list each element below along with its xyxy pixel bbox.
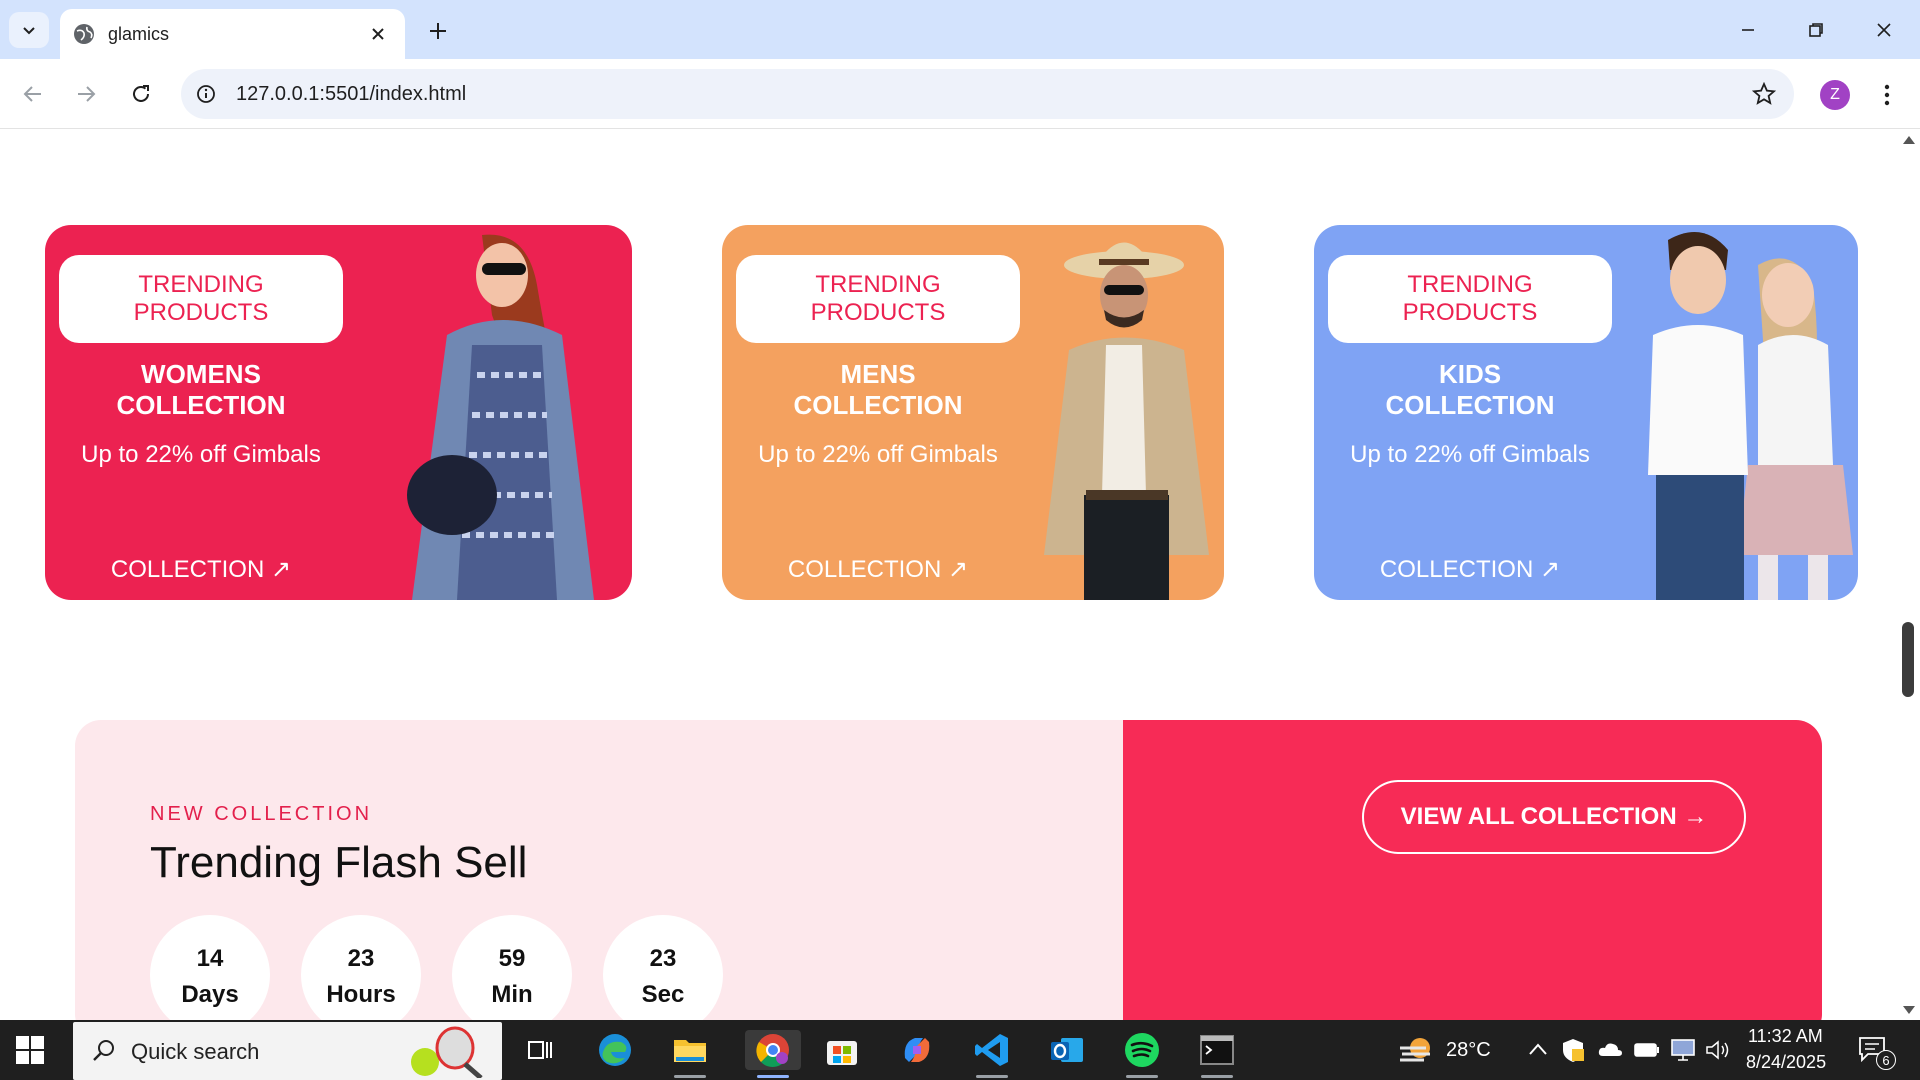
outlook-icon[interactable] xyxy=(1047,1030,1087,1070)
back-button[interactable] xyxy=(14,75,52,113)
address-bar[interactable]: 127.0.0.1:5501/index.html xyxy=(181,69,1794,119)
tennis-racket-icon xyxy=(411,1026,483,1078)
flash-sale-banner: NEW COLLECTION Trending Flash Sell 14 Da… xyxy=(75,720,1822,1020)
tab-title: glamics xyxy=(108,24,170,44)
kids-collection-card[interactable]: TRENDING PRODUCTS KIDS COLLECTION Up to … xyxy=(1314,225,1858,600)
mens-collection-card[interactable]: TRENDING PRODUCTS MENS COLLECTION Up to … xyxy=(722,225,1224,600)
man-model-image xyxy=(1044,242,1209,600)
notification-count-badge: 6 xyxy=(1876,1050,1896,1070)
onedrive-cloud-icon[interactable] xyxy=(1597,1040,1623,1058)
site-info-button[interactable] xyxy=(193,81,219,107)
section-eyebrow: NEW COLLECTION xyxy=(150,803,373,825)
security-shield-icon[interactable] xyxy=(1561,1037,1585,1063)
trending-badge: TRENDING PRODUCTS xyxy=(59,255,343,343)
globe-icon xyxy=(74,24,94,44)
section-title: Trending Flash Sell xyxy=(150,838,528,887)
browser-tab[interactable]: glamics xyxy=(60,9,405,59)
arrow-left-icon xyxy=(23,86,41,102)
countdown-hours: 23 Hours xyxy=(301,915,421,1020)
info-icon xyxy=(197,85,215,103)
more-vertical-icon xyxy=(1884,84,1890,106)
minimize-icon xyxy=(1742,29,1754,31)
kids-model-image xyxy=(1648,232,1853,600)
forward-button[interactable] xyxy=(67,75,105,113)
weather-temperature[interactable]: 28°C xyxy=(1446,1039,1491,1062)
browser-tab-bar: glamics xyxy=(0,0,1920,59)
active-indicator xyxy=(976,1075,1008,1078)
active-indicator xyxy=(674,1075,706,1078)
clock-time[interactable]: 11:32 AM xyxy=(1748,1026,1823,1047)
taskbar-search[interactable]: Quick search xyxy=(73,1022,502,1080)
card-subtitle: Up to 22% off Gimbals xyxy=(1350,441,1590,468)
card-title: WOMENS COLLECTION xyxy=(116,359,286,420)
countdown-timer: 14 Days 23 Hours 59 Min 23 Sec xyxy=(150,915,723,1020)
browser-menu-button[interactable] xyxy=(1872,77,1902,113)
copilot-icon[interactable] xyxy=(897,1030,937,1070)
chevron-down-icon xyxy=(23,27,35,35)
trending-badge: TRENDING PRODUCTS xyxy=(1328,255,1612,343)
collection-link[interactable]: COLLECTION ↗ xyxy=(59,555,343,584)
arrow-right-icon xyxy=(78,86,96,102)
card-subtitle: Up to 22% off Gimbals xyxy=(758,441,998,468)
countdown-days: 14 Days xyxy=(150,915,270,1020)
clock-date[interactable]: 8/24/2025 xyxy=(1746,1052,1826,1073)
scroll-down-arrow-icon[interactable] xyxy=(1903,1006,1915,1014)
countdown-minutes: 59 Min xyxy=(452,915,572,1020)
volume-icon[interactable] xyxy=(1705,1039,1731,1061)
active-indicator xyxy=(1201,1075,1233,1078)
close-icon xyxy=(1877,23,1891,37)
browser-toolbar: 127.0.0.1:5501/index.html Z xyxy=(0,59,1920,129)
card-title: KIDS COLLECTION xyxy=(1385,359,1555,420)
windows-start-icon[interactable] xyxy=(14,1034,46,1066)
profile-avatar[interactable]: Z xyxy=(1820,80,1850,110)
battery-icon[interactable] xyxy=(1634,1042,1660,1058)
page-viewport: TRENDING PRODUCTS WOMENS COLLECTION Up t… xyxy=(0,130,1920,1020)
trending-badge: TRENDING PRODUCTS xyxy=(736,255,1020,343)
active-indicator xyxy=(1126,1075,1158,1078)
chevron-up-icon[interactable] xyxy=(1528,1042,1548,1056)
weather-icon[interactable] xyxy=(1398,1034,1434,1066)
task-view-icon[interactable] xyxy=(520,1030,560,1070)
file-explorer-icon[interactable] xyxy=(670,1030,710,1078)
countdown-seconds: 23 Sec xyxy=(603,915,723,1020)
flash-sale-promo-panel xyxy=(1123,720,1822,1020)
restore-icon xyxy=(1809,23,1823,37)
close-window-button[interactable] xyxy=(1862,12,1906,48)
url-text[interactable]: 127.0.0.1:5501/index.html xyxy=(236,83,466,106)
tab-close-button[interactable] xyxy=(365,21,391,47)
scroll-up-arrow-icon[interactable] xyxy=(1903,136,1915,144)
star-icon xyxy=(1752,82,1776,105)
chrome-browser-icon[interactable] xyxy=(745,1030,801,1078)
close-icon xyxy=(372,28,384,40)
bookmark-button[interactable] xyxy=(1750,80,1778,108)
spotify-icon[interactable] xyxy=(1122,1030,1162,1078)
search-placeholder: Quick search xyxy=(131,1039,260,1064)
reload-button[interactable] xyxy=(122,75,160,113)
page-scrollbar[interactable] xyxy=(1897,130,1920,1020)
tab-search-button[interactable] xyxy=(9,12,49,48)
scroll-thumb[interactable] xyxy=(1902,622,1914,697)
minimize-button[interactable] xyxy=(1726,12,1770,48)
reload-icon xyxy=(133,85,149,102)
terminal-icon[interactable] xyxy=(1197,1030,1237,1078)
collection-link[interactable]: COLLECTION ↗ xyxy=(1328,555,1612,584)
plus-icon xyxy=(430,23,446,39)
new-tab-button[interactable] xyxy=(423,16,453,46)
womens-collection-card[interactable]: TRENDING PRODUCTS WOMENS COLLECTION Up t… xyxy=(45,225,632,600)
collection-link[interactable]: COLLECTION ↗ xyxy=(736,555,1020,584)
woman-model-image xyxy=(407,234,594,600)
card-title: MENS COLLECTION xyxy=(793,359,963,420)
taskbar: Quick search 28°C 11:32 AM 8/24/2025 6 xyxy=(0,1020,1920,1080)
vscode-icon[interactable] xyxy=(972,1030,1012,1078)
search-icon xyxy=(93,1040,114,1061)
card-subtitle: Up to 22% off Gimbals xyxy=(81,441,321,468)
active-indicator xyxy=(757,1075,789,1078)
view-all-collection-button[interactable]: VIEW ALL COLLECTION → xyxy=(1362,780,1746,854)
display-icon[interactable] xyxy=(1670,1037,1696,1063)
edge-browser-icon[interactable] xyxy=(595,1030,635,1070)
microsoft-store-icon[interactable] xyxy=(822,1030,862,1070)
restore-button[interactable] xyxy=(1794,12,1838,48)
